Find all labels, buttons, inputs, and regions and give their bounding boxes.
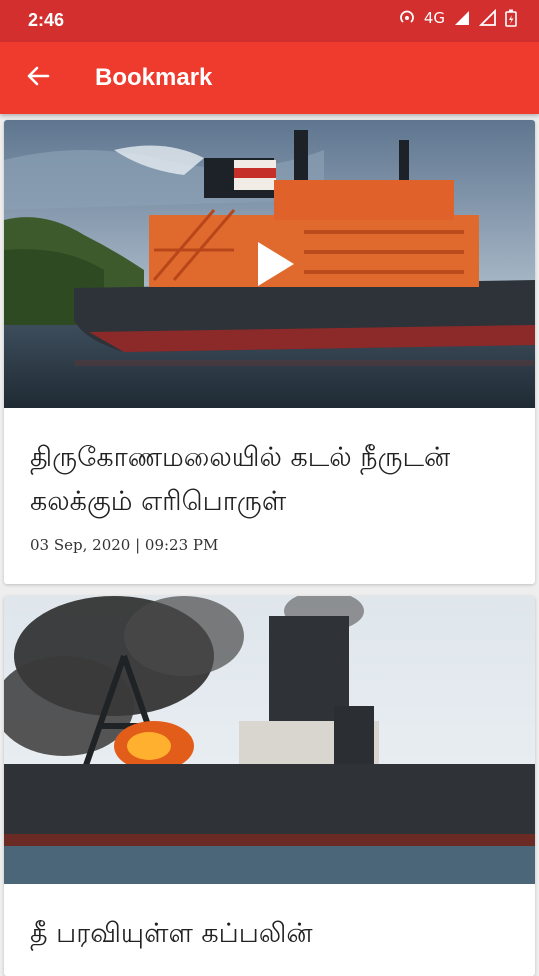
status-icons: 4G [398, 9, 517, 27]
article-card[interactable]: தீ பரவியுள்ள கப்பலின் [4, 596, 535, 976]
article-title[interactable]: திருகோணமலையில் கடல் நீருடன் கலக்கும் எரி… [4, 408, 535, 524]
status-bar: 2:46 4G [0, 0, 539, 42]
status-time: 2:46 [28, 10, 65, 30]
play-icon[interactable] [256, 240, 296, 288]
article-card[interactable]: திருகோணமலையில் கடல் நீருடன் கலக்கும் எரி… [4, 120, 535, 584]
hotspot-icon [399, 10, 414, 23]
article-title[interactable]: தீ பரவியுள்ள கப்பலின் [4, 884, 535, 956]
arrow-left-icon[interactable] [22, 60, 54, 92]
signal-icon [455, 11, 469, 25]
app-bar: Bookmark [0, 42, 539, 114]
signal-icon [479, 9, 496, 26]
article-date: 03 Sep, 2020 | 09:23 PM [30, 536, 219, 554]
article-image[interactable] [4, 120, 535, 408]
battery-icon [505, 9, 517, 27]
page-title: Bookmark [95, 64, 213, 91]
article-image[interactable] [4, 596, 535, 884]
burning-ship-photo [4, 596, 535, 884]
network-type-label: 4G [423, 8, 445, 27]
